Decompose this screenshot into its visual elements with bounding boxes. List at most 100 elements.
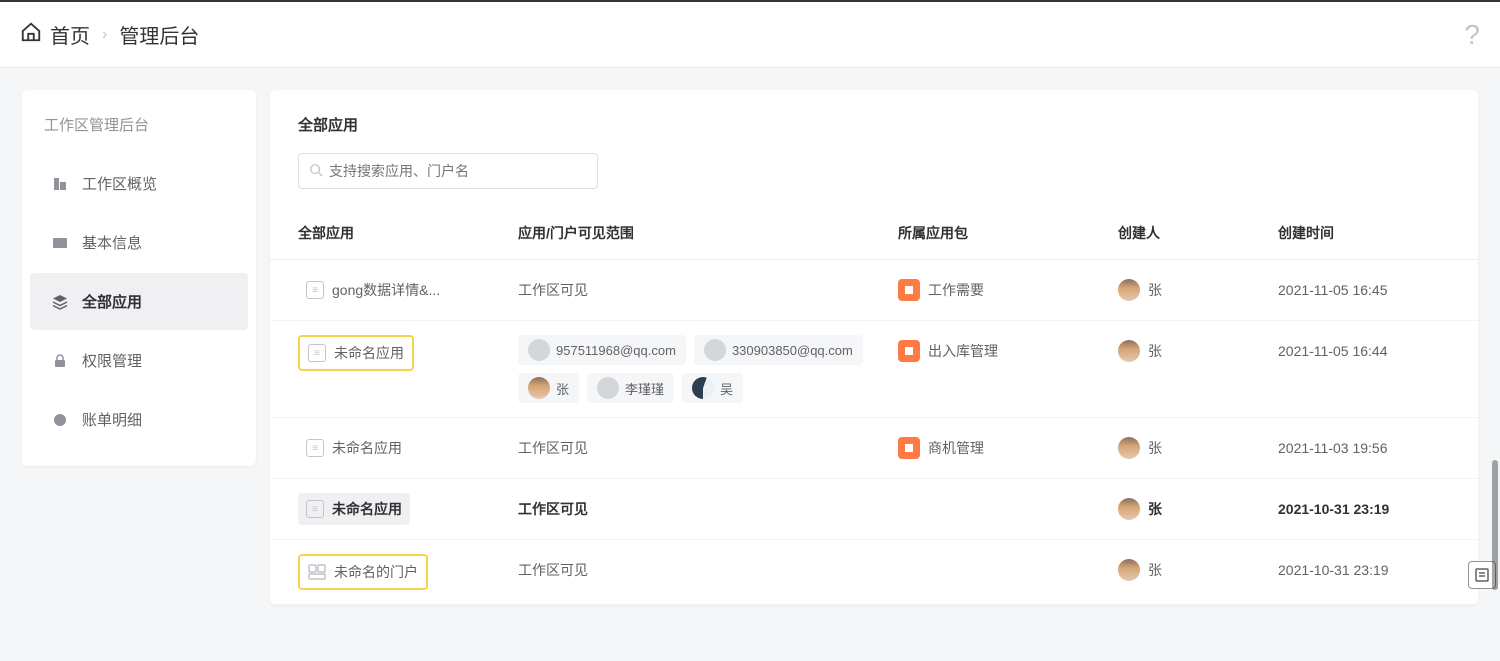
chevron-right-icon: ›	[102, 26, 107, 44]
avatar	[597, 377, 619, 399]
app-icon: ≡	[306, 281, 324, 299]
chip-label: 330903850@qq.com	[732, 343, 853, 358]
visibility-cell: 工作区可见	[518, 274, 898, 306]
member-chip[interactable]: 330903850@qq.com	[694, 335, 863, 365]
package-icon	[898, 279, 920, 301]
creator-name: 张	[1148, 499, 1162, 519]
chip-label: 李瑾瑾	[625, 379, 664, 398]
app-name[interactable]: ≡ 未命名应用	[298, 335, 414, 371]
breadcrumb-home[interactable]: 首页	[20, 20, 90, 49]
sidebar-item-label: 权限管理	[82, 350, 142, 371]
building-icon	[52, 176, 68, 192]
sidebar-item-label: 工作区概览	[82, 173, 157, 194]
app-name-label: 未命名应用	[332, 438, 402, 458]
visibility-cell: 工作区可见	[518, 432, 898, 464]
sidebar-item-permissions[interactable]: 权限管理	[30, 332, 248, 389]
member-chip[interactable]: 957511968@qq.com	[518, 335, 686, 365]
package-label: 工作需要	[928, 280, 984, 300]
app-name[interactable]: 未命名的门户	[298, 554, 428, 590]
creator-name: 张	[1148, 280, 1162, 300]
breadcrumb-current[interactable]: 管理后台	[119, 20, 199, 49]
table-row[interactable]: 未命名的门户 工作区可见 张 2021-10-31 23:19	[270, 540, 1478, 605]
table-row[interactable]: ≡ 未命名应用 工作区可见 张 2021-10-31 23:19	[270, 479, 1478, 540]
breadcrumb-current-label: 管理后台	[119, 20, 199, 49]
th-visibility: 应用/门户可见范围	[518, 223, 898, 243]
app-name[interactable]: ≡ 未命名应用	[298, 432, 410, 464]
package-label: 商机管理	[928, 438, 984, 458]
card-icon	[52, 235, 68, 251]
table-row[interactable]: ≡ 未命名应用 工作区可见 商机管理 张 2021-11-03 19:56	[270, 418, 1478, 479]
stack-icon	[52, 294, 68, 310]
sidebar-title: 工作区管理后台	[22, 106, 256, 153]
avatar	[528, 377, 550, 399]
avatar	[692, 377, 714, 399]
member-chip[interactable]: 吴	[682, 373, 743, 403]
sidebar-item-label: 全部应用	[82, 291, 142, 312]
th-package: 所属应用包	[898, 223, 1118, 243]
breadcrumb-home-label: 首页	[50, 20, 90, 49]
avatar	[1118, 340, 1140, 362]
app-name-label: gong数据详情&...	[332, 280, 440, 300]
home-icon	[20, 21, 42, 49]
avatar	[1118, 437, 1140, 459]
avatar	[528, 339, 550, 361]
th-time: 创建时间	[1278, 223, 1458, 243]
package-cell: 商机管理	[898, 432, 1118, 464]
package-label: 出入库管理	[928, 341, 998, 361]
app-icon: ≡	[306, 500, 324, 518]
time-cell: 2021-10-31 23:19	[1278, 493, 1458, 525]
visibility-cell: 工作区可见	[518, 554, 898, 586]
help-icon[interactable]: ?	[1464, 19, 1480, 51]
creator-name: 张	[1148, 438, 1162, 458]
creator-cell: 张	[1118, 432, 1278, 464]
sidebar-item-label: 基本信息	[82, 232, 142, 253]
creator-cell: 张	[1118, 335, 1278, 367]
creator-cell: 张	[1118, 274, 1278, 306]
sidebar-item-billing[interactable]: 账单明细	[30, 391, 248, 448]
chip-label: 张	[556, 379, 569, 398]
package-cell	[898, 493, 1118, 525]
member-chip[interactable]: 张	[518, 373, 579, 403]
package-cell: 出入库管理	[898, 335, 1118, 367]
table-row[interactable]: ≡ 未命名应用 957511968@qq.com 330903850@qq.co…	[270, 321, 1478, 418]
app-name-label: 未命名应用	[332, 499, 402, 519]
visibility-cell: 957511968@qq.com 330903850@qq.com 张 李瑾瑾 …	[518, 335, 898, 403]
search-box[interactable]	[298, 153, 598, 189]
creator-name: 张	[1148, 560, 1162, 580]
package-cell: 工作需要	[898, 274, 1118, 306]
app-name-label: 未命名的门户	[334, 562, 418, 582]
portal-icon	[308, 563, 326, 581]
sidebar-item-info[interactable]: 基本信息	[30, 214, 248, 271]
coin-icon	[52, 412, 68, 428]
time-cell: 2021-11-03 19:56	[1278, 432, 1458, 464]
table-header: 全部应用 应用/门户可见范围 所属应用包 创建人 创建时间	[270, 207, 1478, 260]
creator-cell: 张	[1118, 554, 1278, 586]
table-row[interactable]: ≡ gong数据详情&... 工作区可见 工作需要 张 2021-11-05 1…	[270, 260, 1478, 321]
th-name: 全部应用	[298, 223, 518, 243]
main-panel: 全部应用 全部应用 应用/门户可见范围 所属应用包 创建人 创建时间 ≡ gon…	[270, 90, 1478, 605]
visibility-cell: 工作区可见	[518, 493, 898, 525]
search-input[interactable]	[329, 163, 587, 179]
time-cell: 2021-10-31 23:19	[1278, 554, 1458, 586]
search-icon	[309, 163, 323, 180]
sidebar-item-apps[interactable]: 全部应用	[30, 273, 248, 330]
package-icon	[898, 437, 920, 459]
header: 首页 › 管理后台 ?	[0, 0, 1500, 68]
chip-label: 957511968@qq.com	[556, 343, 676, 358]
lock-icon	[52, 353, 68, 369]
chip-label: 吴	[720, 379, 733, 398]
sidebar-item-label: 账单明细	[82, 409, 142, 430]
app-icon: ≡	[308, 344, 326, 362]
sidebar: 工作区管理后台 工作区概览 基本信息 全部应用 权限管理	[22, 90, 256, 466]
member-chip[interactable]: 李瑾瑾	[587, 373, 674, 403]
sidebar-item-overview[interactable]: 工作区概览	[30, 155, 248, 212]
avatar	[704, 339, 726, 361]
time-cell: 2021-11-05 16:45	[1278, 274, 1458, 306]
app-name[interactable]: ≡ 未命名应用	[298, 493, 410, 525]
scrollbar[interactable]	[1492, 460, 1498, 590]
avatar	[1118, 559, 1140, 581]
app-icon: ≡	[306, 439, 324, 457]
package-icon	[898, 340, 920, 362]
app-name[interactable]: ≡ gong数据详情&...	[298, 274, 448, 306]
time-cell: 2021-11-05 16:44	[1278, 335, 1458, 367]
